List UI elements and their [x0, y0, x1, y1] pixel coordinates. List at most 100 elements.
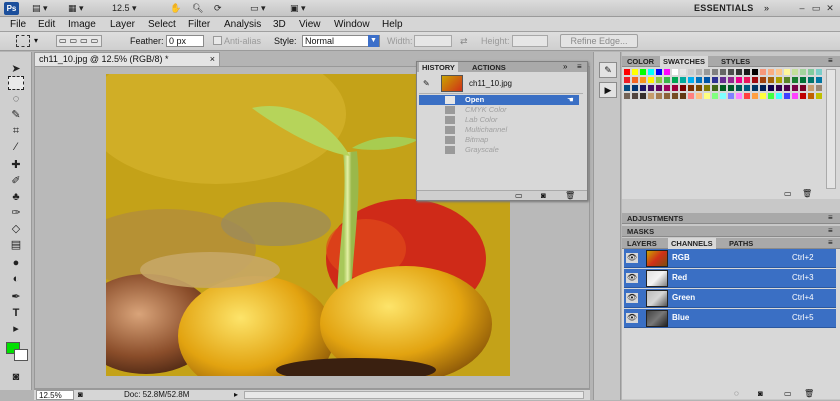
close-document-icon[interactable]: ×: [210, 53, 215, 66]
menu-edit[interactable]: Edit: [38, 17, 55, 32]
arrange-documents-button[interactable]: ▭ ▾: [250, 2, 266, 15]
color-swatch[interactable]: [776, 93, 782, 99]
feather-input[interactable]: 0 px: [166, 35, 204, 47]
refine-edge-button[interactable]: Refine Edge...: [560, 34, 638, 48]
panel-menu-icon[interactable]: ≡: [828, 56, 833, 65]
color-swatch[interactable]: [768, 93, 774, 99]
rotate-view-icon[interactable]: ⟳: [214, 2, 222, 15]
background-color-swatch[interactable]: [14, 349, 28, 361]
color-swatch[interactable]: [800, 93, 806, 99]
color-swatch[interactable]: [752, 77, 758, 83]
marquee-tool-icon[interactable]: [8, 76, 24, 90]
quick-selection-tool-icon[interactable]: ✎: [8, 108, 24, 122]
color-swatch[interactable]: [712, 85, 718, 91]
color-swatch[interactable]: [800, 77, 806, 83]
color-swatch[interactable]: [776, 77, 782, 83]
color-swatch[interactable]: [656, 77, 662, 83]
preset-chevron-icon[interactable]: ▾: [34, 36, 38, 45]
menu-window[interactable]: Window: [334, 17, 370, 32]
quick-mask-icon[interactable]: ◙: [8, 370, 24, 384]
save-selection-as-channel-icon[interactable]: ◙: [758, 389, 763, 398]
tab-masks[interactable]: MASKS: [624, 226, 657, 237]
color-swatch[interactable]: [672, 85, 678, 91]
color-swatch[interactable]: [672, 69, 678, 75]
color-swatch[interactable]: [744, 77, 750, 83]
color-swatch[interactable]: [664, 69, 670, 75]
blur-tool-icon[interactable]: ●: [8, 256, 24, 270]
channel-row-blue[interactable]: 👁︎ Blue Ctrl+5: [624, 309, 836, 328]
color-swatch[interactable]: [720, 77, 726, 83]
pen-tool-icon[interactable]: ✒: [8, 290, 24, 304]
color-swatch[interactable]: [808, 93, 814, 99]
color-swatch[interactable]: [728, 69, 734, 75]
menu-analysis[interactable]: Analysis: [224, 17, 261, 32]
new-swatch-icon[interactable]: ▭: [784, 189, 792, 198]
close-button[interactable]: ✕: [824, 3, 836, 14]
menu-help[interactable]: Help: [382, 17, 403, 32]
color-swatch[interactable]: [752, 69, 758, 75]
color-swatch[interactable]: [768, 77, 774, 83]
workspace-chevron-icon[interactable]: »: [764, 3, 769, 13]
color-swatch[interactable]: [736, 93, 742, 99]
clone-stamp-tool-icon[interactable]: ♣: [8, 190, 24, 204]
color-swatch[interactable]: [672, 77, 678, 83]
tab-channels[interactable]: CHANNELS: [668, 238, 716, 249]
color-swatch[interactable]: [792, 85, 798, 91]
document-tab[interactable]: ch11_10.jpg @ 12.5% (RGB/8) * ×: [34, 52, 220, 66]
swatch-grid[interactable]: [624, 69, 824, 109]
panel-menu-icon[interactable]: ≡: [828, 213, 833, 222]
color-swatch[interactable]: [736, 77, 742, 83]
channel-row-red[interactable]: 👁︎ Red Ctrl+3: [624, 269, 836, 288]
color-swatch[interactable]: [696, 77, 702, 83]
color-swatch[interactable]: [784, 85, 790, 91]
color-swatch[interactable]: [696, 85, 702, 91]
color-swatch[interactable]: [688, 93, 694, 99]
zoom-tool-icon[interactable]: 🔍︎: [192, 2, 203, 15]
color-swatch[interactable]: [720, 85, 726, 91]
color-swatch[interactable]: [656, 85, 662, 91]
delete-swatch-icon[interactable]: 🗑︎: [802, 189, 812, 198]
new-document-from-state-icon[interactable]: ▭: [515, 191, 523, 200]
color-swatch[interactable]: [688, 85, 694, 91]
color-swatch[interactable]: [624, 69, 630, 75]
color-swatch[interactable]: [816, 77, 822, 83]
path-selection-tool-icon[interactable]: ▸: [8, 322, 24, 336]
color-swatch[interactable]: [728, 77, 734, 83]
color-swatch[interactable]: [640, 93, 646, 99]
history-state-lab[interactable]: Lab Color: [419, 115, 579, 125]
color-swatch[interactable]: [704, 85, 710, 91]
color-swatch[interactable]: [664, 85, 670, 91]
color-swatch[interactable]: [704, 69, 710, 75]
color-swatch[interactable]: [720, 93, 726, 99]
height-input[interactable]: [512, 35, 548, 47]
color-swatch[interactable]: [656, 69, 662, 75]
visibility-eye-icon[interactable]: 👁︎: [626, 293, 638, 303]
visibility-eye-icon[interactable]: 👁︎: [626, 273, 638, 283]
panel-collapse-icon[interactable]: »: [563, 62, 567, 71]
color-swatch[interactable]: [800, 85, 806, 91]
channel-row-green[interactable]: 👁︎ Green Ctrl+4: [624, 289, 836, 308]
crop-tool-icon[interactable]: ⌗: [8, 124, 24, 138]
menu-layer[interactable]: Layer: [110, 17, 135, 32]
visibility-eye-icon[interactable]: 👁︎: [626, 313, 638, 323]
color-swatch[interactable]: [720, 69, 726, 75]
menu-select[interactable]: Select: [148, 17, 176, 32]
color-swatch[interactable]: [760, 93, 766, 99]
color-swatch[interactable]: [728, 85, 734, 91]
color-swatch[interactable]: [784, 77, 790, 83]
history-state-multichannel[interactable]: Multichannel: [419, 125, 579, 135]
color-swatch[interactable]: [632, 77, 638, 83]
panel-menu-icon[interactable]: ≡: [828, 238, 833, 247]
color-swatch[interactable]: [736, 85, 742, 91]
color-swatch[interactable]: [800, 69, 806, 75]
color-swatch[interactable]: [736, 69, 742, 75]
menu-view[interactable]: View: [299, 17, 321, 32]
tab-history[interactable]: HISTORY: [419, 62, 458, 73]
color-swatch[interactable]: [688, 69, 694, 75]
color-swatch[interactable]: [752, 85, 758, 91]
tab-adjustments[interactable]: ADJUSTMENTS: [624, 213, 686, 224]
color-swatch[interactable]: [792, 93, 798, 99]
color-swatch[interactable]: [784, 93, 790, 99]
tab-swatches[interactable]: SWATCHES: [660, 56, 708, 67]
color-swatch[interactable]: [808, 85, 814, 91]
